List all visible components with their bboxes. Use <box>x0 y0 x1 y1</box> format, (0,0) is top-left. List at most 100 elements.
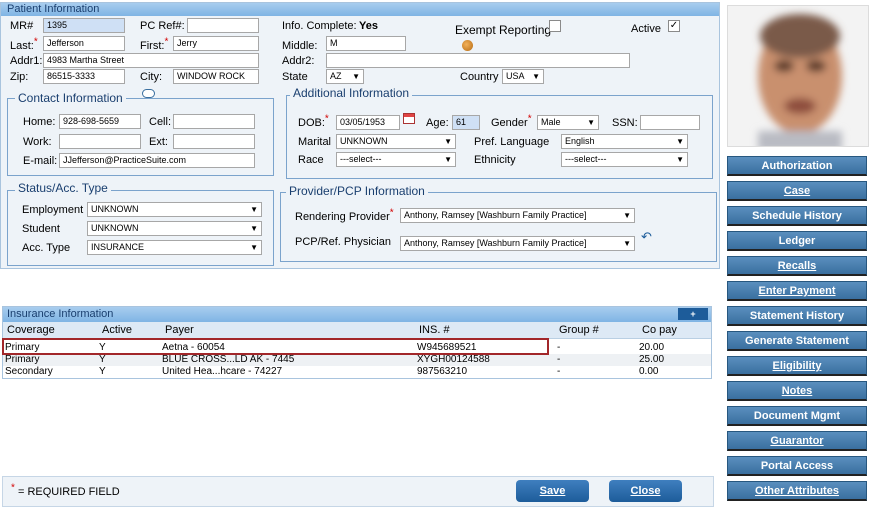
cell-phone-field[interactable] <box>173 114 255 129</box>
active-checkbox[interactable]: ✓ <box>668 20 680 32</box>
document-mgmt-button-label: Document Mgmt <box>753 410 841 422</box>
home-phone-field[interactable]: 928-698-5659 <box>59 114 141 129</box>
email-label: E-mail: <box>23 155 58 167</box>
eligibility-button-label: Eligibility <box>772 360 822 372</box>
first-name-field[interactable]: Jerry <box>173 36 259 51</box>
recalls-button[interactable]: Recalls <box>727 256 867 276</box>
speech-bubble-icon[interactable] <box>142 89 155 98</box>
column-active[interactable]: Active <box>102 324 132 336</box>
document-mgmt-button[interactable]: Document Mgmt <box>727 406 867 426</box>
generate-statement-button-label: Generate Statement <box>745 335 849 347</box>
authorization-button[interactable]: Authorization <box>727 156 867 176</box>
statement-history-button-label: Statement History <box>749 310 845 322</box>
required-field-note: * = REQUIRED FIELD <box>11 482 120 498</box>
dob-label: DOB:* <box>298 113 329 129</box>
patient-photo[interactable] <box>727 5 869 147</box>
chevron-down-icon: ▼ <box>352 72 360 81</box>
panel-title: Patient Information <box>1 3 719 16</box>
home-phone-label: Home: <box>23 116 56 128</box>
other-attributes-button[interactable]: Other Attributes <box>727 481 867 501</box>
case-button[interactable]: Case <box>727 181 867 201</box>
notes-button-label: Notes <box>781 385 813 397</box>
work-phone-field[interactable] <box>59 134 141 149</box>
chevron-down-icon: ▼ <box>676 137 684 146</box>
gender-select[interactable]: Male ▼ <box>537 115 599 130</box>
authorization-button-label: Authorization <box>761 160 833 172</box>
other-attributes-button-label: Other Attributes <box>755 485 839 497</box>
chevron-down-icon: ▼ <box>676 155 684 164</box>
status-dot-icon[interactable] <box>462 40 473 51</box>
middle-name-field[interactable]: M <box>326 36 406 51</box>
enter-payment-button[interactable]: Enter Payment <box>727 281 867 301</box>
pcp-physician-select[interactable]: Anthony, Ramsey [Washburn Family Practic… <box>400 236 635 251</box>
provider-pcp-section <box>280 192 717 262</box>
save-button[interactable]: Save <box>516 480 589 502</box>
state-label: State <box>282 71 308 83</box>
race-label: Race <box>298 154 324 166</box>
chevron-down-icon: ▼ <box>250 205 258 214</box>
acc-type-select[interactable]: INSURANCE ▼ <box>87 240 262 255</box>
schedule-history-button[interactable]: Schedule History <box>727 206 867 226</box>
column-coverage[interactable]: Coverage <box>7 324 55 336</box>
portal-access-button[interactable]: Portal Access <box>727 456 867 476</box>
undo-icon[interactable]: ↶ <box>641 229 652 245</box>
calendar-icon[interactable] <box>403 113 415 124</box>
exempt-reporting-label: Exempt Reporting <box>455 23 552 37</box>
guarantor-button-label: Guarantor <box>770 435 824 447</box>
last-name-field[interactable]: Jefferson <box>43 36 125 51</box>
rendering-provider-select[interactable]: Anthony, Ramsey [Washburn Family Practic… <box>400 208 635 223</box>
column-payer[interactable]: Payer <box>165 324 194 336</box>
column-copay[interactable]: Co pay <box>642 324 677 336</box>
close-button[interactable]: Close <box>609 480 682 502</box>
zip-field[interactable]: 86515-3333 <box>43 69 125 84</box>
chevron-down-icon: ▼ <box>444 155 452 164</box>
ledger-button[interactable]: Ledger <box>727 231 867 251</box>
addr2-field[interactable] <box>326 53 630 68</box>
ssn-field[interactable] <box>640 115 700 130</box>
column-group-number[interactable]: Group # <box>559 324 599 336</box>
age-field[interactable]: 61 <box>452 115 480 130</box>
city-label: City: <box>140 71 162 83</box>
patient-avatar-image <box>728 6 868 146</box>
mr-field[interactable]: 1395 <box>43 18 125 33</box>
state-select[interactable]: AZ ▼ <box>326 69 364 84</box>
generate-statement-button[interactable]: Generate Statement <box>727 331 867 351</box>
guarantor-button[interactable]: Guarantor <box>727 431 867 451</box>
exempt-reporting-checkbox[interactable] <box>549 20 561 32</box>
eligibility-button[interactable]: Eligibility <box>727 356 867 376</box>
notes-button[interactable]: Notes <box>727 381 867 401</box>
ext-label: Ext: <box>149 136 168 148</box>
column-ins-number[interactable]: INS. # <box>419 324 450 336</box>
table-row[interactable]: Secondary Y United Hea...hcare - 74227 9… <box>3 366 711 378</box>
middle-name-label: Middle: <box>282 40 318 52</box>
age-label: Age: <box>426 117 449 129</box>
acc-type-label: Acc. Type <box>22 242 71 254</box>
addr2-label: Addr2: <box>282 55 315 67</box>
dob-field[interactable]: 03/05/1953 <box>336 115 400 130</box>
employment-select[interactable]: UNKNOWN ▼ <box>87 202 262 217</box>
provider-pcp-legend: Provider/PCP Information <box>286 184 428 198</box>
recalls-button-label: Recalls <box>777 260 817 272</box>
pref-language-select[interactable]: English ▼ <box>561 134 688 149</box>
race-select[interactable]: ---select--- ▼ <box>336 152 456 167</box>
table-row[interactable]: Primary Y BLUE CROSS...LD AK - 7445 XYGH… <box>3 354 711 366</box>
ethnicity-label: Ethnicity <box>474 154 516 166</box>
pc-ref-field[interactable] <box>187 18 259 33</box>
city-field[interactable]: WINDOW ROCK <box>173 69 259 84</box>
email-field[interactable]: JJefferson@PracticeSuite.com <box>59 153 255 168</box>
chevron-down-icon: ▼ <box>444 137 452 146</box>
info-complete-label: Info. Complete: <box>282 20 357 32</box>
gender-label: Gender* <box>491 113 532 129</box>
addr1-field[interactable]: 4983 Martha Street <box>43 53 259 68</box>
schedule-history-button-label: Schedule History <box>752 210 842 222</box>
pref-language-label: Pref. Language <box>474 136 550 148</box>
marital-label: Marital <box>298 136 332 148</box>
ethnicity-select[interactable]: ---select--- ▼ <box>561 152 688 167</box>
statement-history-button[interactable]: Statement History <box>727 306 867 326</box>
add-insurance-button[interactable]: + <box>678 308 708 320</box>
country-select[interactable]: USA ▼ <box>502 69 544 84</box>
ext-field[interactable] <box>173 134 255 149</box>
last-name-label: Last:* <box>10 36 38 52</box>
marital-select[interactable]: UNKNOWN ▼ <box>336 134 456 149</box>
student-select[interactable]: UNKNOWN ▼ <box>87 221 262 236</box>
